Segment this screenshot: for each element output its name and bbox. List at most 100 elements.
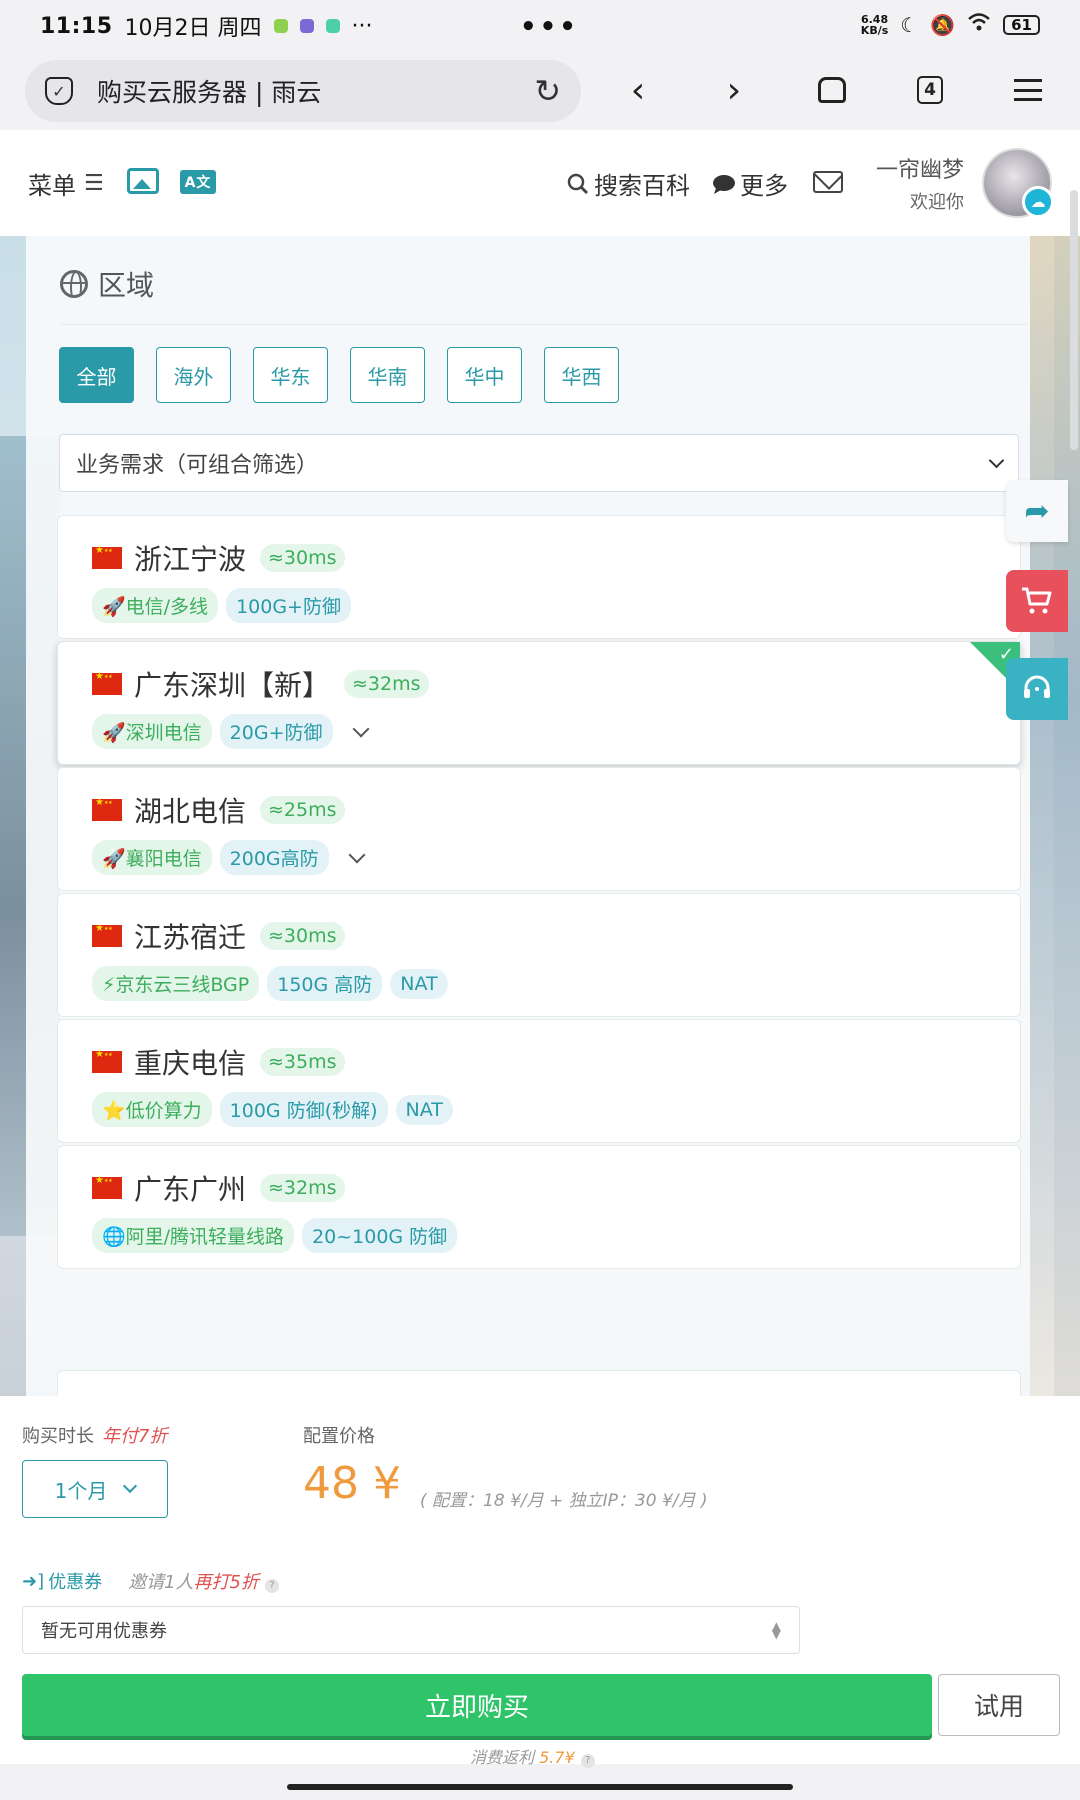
forward-button[interactable]: › [704, 62, 764, 118]
region-name: 广东广州 [134, 1173, 247, 1206]
duration-label-text: 购买时长 [22, 1426, 94, 1447]
duration-label: 购买时长 年付7折 [22, 1422, 167, 1448]
ping-badge: ≈30ms [260, 544, 345, 572]
home-icon [818, 77, 846, 103]
image-icon[interactable] [127, 168, 159, 194]
region-tab-central[interactable]: 华中 [447, 347, 522, 403]
battery-icon: 61 [1003, 14, 1040, 35]
rebate-prefix: 消费返利 [470, 1748, 535, 1767]
region-card-hubei[interactable]: 湖北电信 ≈25ms 🚀襄阳电信 200G高防 [57, 767, 1021, 891]
search-label: 搜索百科 [594, 172, 690, 200]
china-flag-icon [92, 1175, 122, 1199]
hamburger-icon [1014, 79, 1042, 101]
region-tab-south[interactable]: 华南 [350, 347, 425, 403]
buy-now-button[interactable]: 立即购买 [22, 1674, 932, 1736]
coupon-hint-prefix: 邀请1人 [128, 1572, 194, 1593]
chevron-down-icon[interactable] [352, 720, 369, 737]
scrollbar[interactable] [1070, 190, 1078, 450]
home-button[interactable] [802, 62, 862, 118]
defense-tag: 150G 高防 [267, 966, 383, 1001]
divider [60, 324, 1028, 325]
reload-icon[interactable]: ↻ [534, 72, 561, 110]
coupon-label: ➜] 优惠券 [22, 1568, 102, 1594]
trial-button[interactable]: 试用 [938, 1674, 1060, 1736]
price-label: 配置价格 [303, 1426, 375, 1447]
help-icon[interactable]: ? [265, 1578, 280, 1593]
menu-button[interactable]: 菜单 ☰ [28, 166, 104, 201]
support-button[interactable] [1006, 658, 1068, 720]
region-tab-west[interactable]: 华西 [544, 347, 619, 403]
home-indicator[interactable] [287, 1784, 793, 1790]
nat-tag: NAT [390, 968, 448, 999]
coupon-label-text: 优惠券 [48, 1572, 103, 1593]
address-bar[interactable]: ✓ 购买云服务器 | 雨云 ↻ [25, 60, 581, 122]
app-notification-icon [299, 19, 314, 33]
price-detail: ( 配置：18 ¥/月 + 独立IP：30 ¥/月 ) [420, 1491, 708, 1511]
search-wiki-link[interactable]: 搜索百科 [566, 166, 690, 201]
line-tag: 🚀襄阳电信 [92, 840, 212, 875]
browser-toolbar: ✓ 购买云服务器 | 雨云 ↻ ‹ › 4 [0, 52, 1080, 130]
region-card-guangzhou[interactable]: 广东广州 ≈32ms 🌐阿里/腾讯轻量线路 20~100G 防御 [57, 1145, 1021, 1269]
defense-tag: 200G高防 [219, 840, 329, 875]
region-name: 浙江宁波 [134, 543, 247, 576]
rebate-info: 消费返利 5.7¥? [470, 1744, 595, 1768]
region-tab-overseas[interactable]: 海外 [156, 347, 231, 403]
net-speed: 6.48 KB/s [861, 14, 888, 36]
duration-select[interactable]: 1个月 [22, 1460, 168, 1518]
back-button[interactable]: ‹ [608, 62, 668, 118]
menu-label: 菜单 [28, 172, 76, 200]
share-button[interactable]: ➦ [1006, 480, 1068, 542]
business-filter-select[interactable]: 业务需求（可组合筛选） [59, 434, 1019, 492]
china-flag-icon [92, 923, 122, 947]
duration-value: 1个月 [54, 1478, 108, 1503]
line-tag: 🚀深圳电信 [92, 714, 212, 749]
region-card-ningbo[interactable]: 浙江宁波 ≈30ms 🚀电信/多线 100G+防御 [57, 515, 1021, 639]
user-name: 一帘幽梦 [875, 158, 964, 183]
help-icon[interactable]: ? [580, 1753, 595, 1768]
share-arrow-icon: ➦ [1024, 493, 1050, 529]
user-welcome: 欢迎你 [910, 192, 964, 213]
app-notification-icon [325, 19, 340, 33]
page-title: 购买云服务器 | 雨云 [97, 78, 322, 107]
line-tag: ⚡京东云三线BGP [92, 966, 260, 1001]
shield-check-icon: ✓ [45, 77, 73, 105]
more-notifications-icon: ··· [351, 13, 373, 39]
cloud-badge-icon: ☁ [1022, 186, 1054, 218]
region-heading: 区域 [60, 264, 154, 304]
status-date: 10月2日 周四 [124, 16, 262, 41]
region-tab-east[interactable]: 华东 [253, 347, 328, 403]
region-tabs: 全部 海外 华东 华南 华中 华西 [59, 347, 619, 403]
defense-tag: 100G 防御(秒解) [219, 1092, 388, 1127]
region-card-shenzhen[interactable]: 广东深圳【新】 ≈32ms 🚀深圳电信 20G+防御 ✓ [57, 641, 1021, 765]
net-speed-unit: KB/s [860, 23, 889, 37]
user-info[interactable]: 一帘幽梦 欢迎你 [874, 152, 964, 214]
more-link[interactable]: 更多 [712, 166, 788, 201]
region-card-suqian[interactable]: 江苏宿迁 ≈30ms ⚡京东云三线BGP 150G 高防 NAT [57, 893, 1021, 1017]
chevron-down-icon[interactable] [348, 846, 366, 863]
region-panel: 区域 全部 海外 华东 华南 华中 华西 业务需求（可组合筛选） 浙江宁波 ≈3… [26, 236, 1054, 1396]
region-name: 湖北电信 [134, 795, 247, 828]
cart-button[interactable] [1006, 570, 1068, 632]
region-name: 重庆电信 [134, 1047, 247, 1080]
status-bar: 11:15 10月2日 周四 ··· ••• 6.48 KB/s ☾ 🔕 61 [0, 0, 1080, 52]
chevron-down-icon [123, 1478, 138, 1494]
coupon-select[interactable]: 暂无可用优惠券 ▲ ▼ [22, 1606, 800, 1654]
region-tab-all[interactable]: 全部 [59, 347, 134, 403]
tabs-button[interactable]: 4 [900, 62, 960, 118]
ping-badge: ≈32ms [344, 670, 429, 698]
status-center-dots: ••• [520, 12, 579, 42]
line-tag: 🌐阿里/腾讯轻量线路 [92, 1218, 295, 1253]
mail-icon[interactable] [813, 171, 843, 193]
ping-badge: ≈32ms [260, 1174, 345, 1202]
headset-icon [1024, 675, 1050, 698]
translate-icon[interactable]: A文 [180, 170, 216, 194]
site-header: 菜单 ☰ A文 搜索百科 更多 一帘幽梦 欢迎你 ☁ [0, 130, 1080, 236]
region-card-chongqing[interactable]: 重庆电信 ≈35ms ⭐低价算力 100G 防御(秒解) NAT [57, 1019, 1021, 1143]
list-icon: ☰ [84, 171, 104, 196]
wifi-icon [967, 12, 991, 37]
defense-tag: 20G+防御 [219, 714, 333, 749]
region-card-partial[interactable] [57, 1370, 1021, 1396]
browser-menu-button[interactable] [998, 62, 1058, 118]
china-flag-icon [92, 1049, 122, 1073]
china-flag-icon [92, 545, 122, 569]
